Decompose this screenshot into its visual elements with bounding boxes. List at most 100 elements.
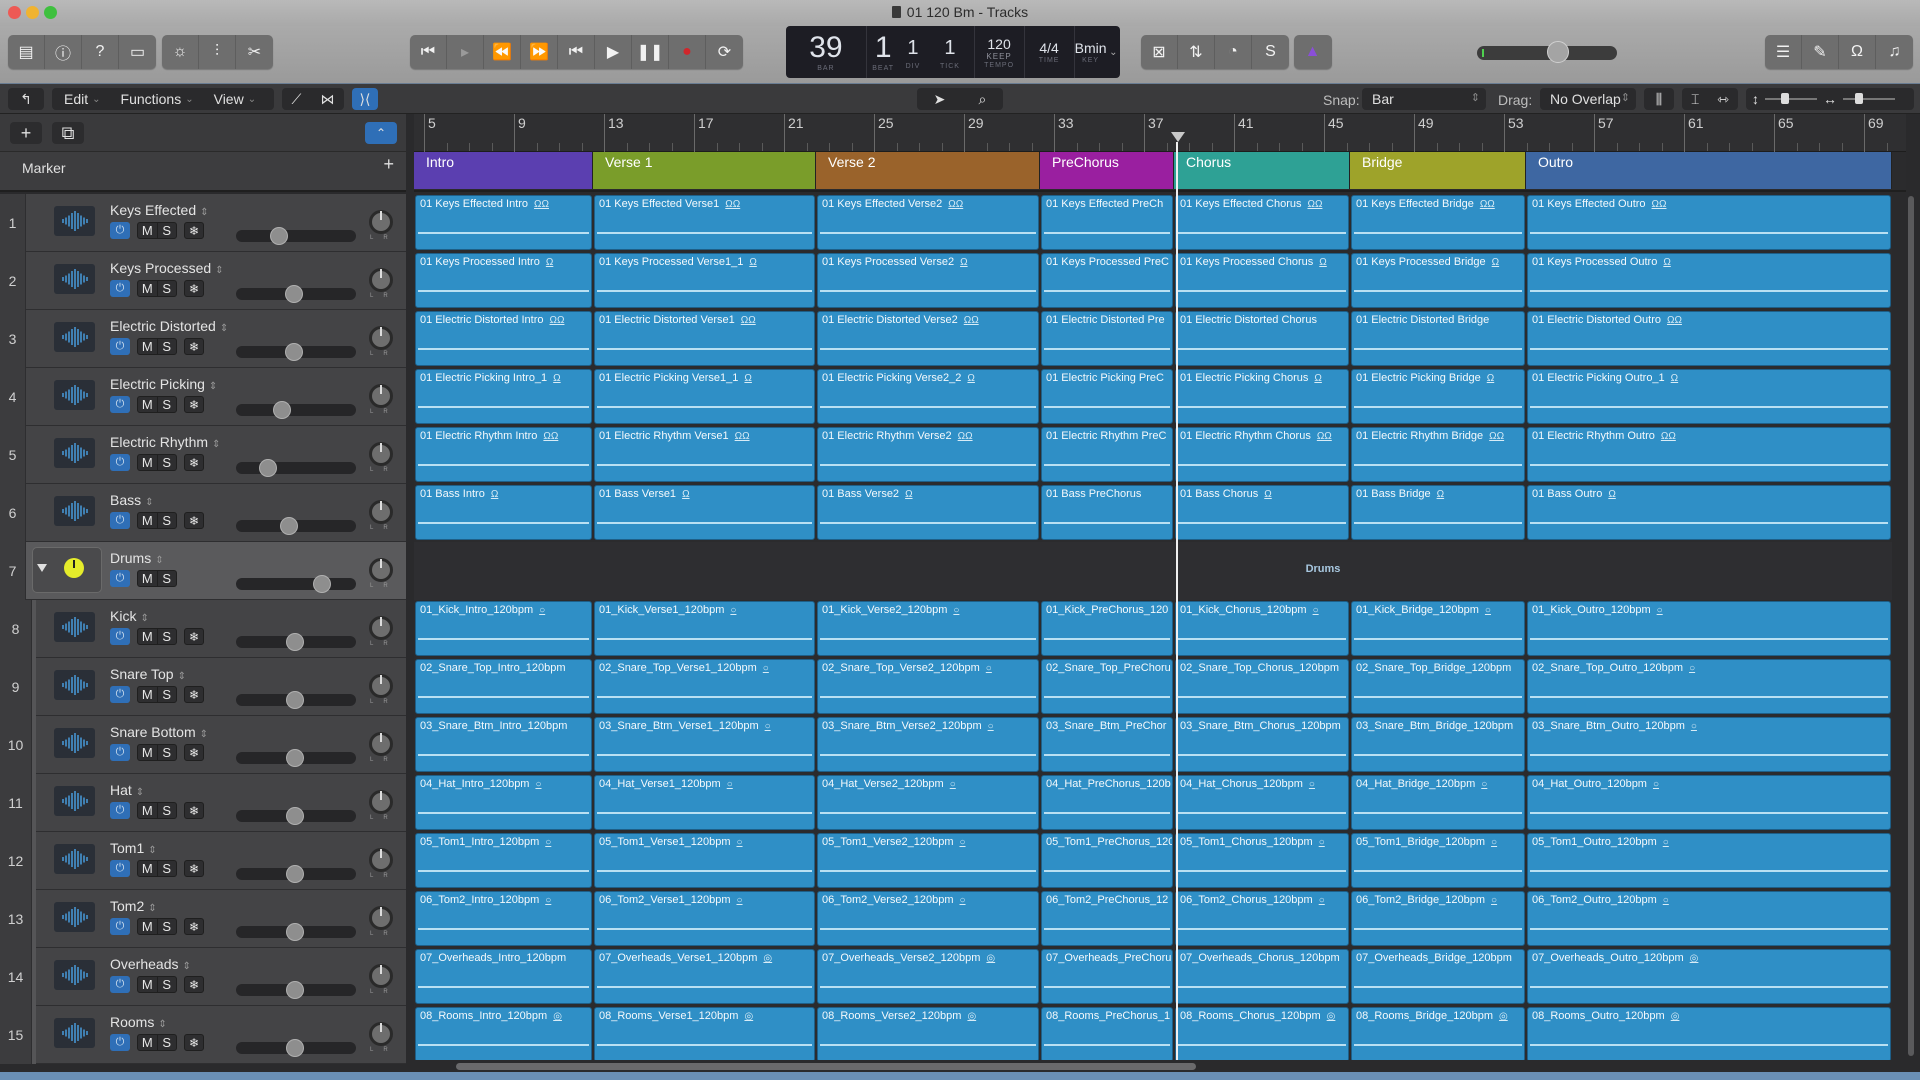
track-power-button[interactable]: ⏻ — [110, 918, 130, 935]
track-volume-knob[interactable] — [284, 343, 303, 361]
mute-button[interactable]: M — [138, 513, 158, 528]
playhead-handle[interactable] — [1171, 132, 1185, 142]
audio-region[interactable]: 01 Electric Rhythm Intro ΩΩ — [415, 427, 592, 482]
audio-region[interactable]: 01 Electric Picking Bridge Ω — [1351, 369, 1525, 424]
pan-knob[interactable] — [369, 268, 393, 292]
duplicate-track-button[interactable]: ⧉ — [52, 122, 84, 144]
tuner-icon[interactable]: ◔ — [1215, 35, 1252, 69]
track-header-electric-distorted[interactable]: 3 Electric Distorted ⇕ ⏻ M S ❄ LR — [0, 310, 406, 368]
track-header-snare-bottom[interactable]: 10 Snare Bottom ⇕ ⏻ M S ❄ LR — [0, 716, 406, 774]
freeze-button[interactable]: ❄ — [184, 512, 204, 529]
audio-region[interactable]: 01_Kick_Outro_120bpm ○ — [1527, 601, 1891, 656]
audio-region[interactable]: 06_Tom2_Verse2_120bpm ○ — [817, 891, 1039, 946]
track-volume-knob[interactable] — [272, 401, 291, 419]
marker-intro[interactable]: Intro — [414, 152, 593, 189]
audio-region[interactable]: 01_Kick_Verse1_120bpm ○ — [594, 601, 815, 656]
audio-region[interactable]: 02_Snare_Top_Outro_120bpm ○ — [1527, 659, 1891, 714]
audio-region[interactable]: 01 Keys Processed Bridge Ω — [1351, 253, 1525, 308]
track-name[interactable]: Tom2 ⇕ — [110, 898, 157, 914]
mute-button[interactable]: M — [138, 1035, 158, 1050]
audio-region[interactable]: 07_Overheads_PreChoru — [1041, 949, 1173, 1004]
track-power-button[interactable]: ⏻ — [110, 860, 130, 877]
global-tracks-button[interactable]: ⌃ — [365, 122, 397, 144]
track-name[interactable]: Rooms ⇕ — [110, 1014, 167, 1030]
track-volume-knob[interactable] — [279, 517, 298, 535]
track-header-kick[interactable]: 8 Kick ⇕ ⏻ M S ❄ LR — [0, 600, 406, 658]
track-header-bass[interactable]: 6 Bass ⇕ ⏻ M S ❄ LR — [0, 484, 406, 542]
replace-icon[interactable]: ⊠ — [1141, 35, 1178, 69]
audio-region[interactable]: 08_Rooms_Bridge_120bpm ◎ — [1351, 1007, 1525, 1062]
audio-region[interactable]: 01 Electric Distorted Verse2 ΩΩ — [817, 311, 1039, 366]
mute-button[interactable]: M — [138, 803, 158, 818]
solo-button[interactable]: S — [158, 397, 177, 412]
snap-select[interactable]: Bar ⇕ — [1362, 88, 1486, 110]
horizontal-scroll-thumb[interactable] — [456, 1063, 1196, 1070]
track-header-tom1[interactable]: 12 Tom1 ⇕ ⏻ M S ❄ LR — [0, 832, 406, 890]
audio-region[interactable]: 01 Electric Picking Chorus Ω — [1175, 369, 1349, 424]
audio-region[interactable]: 06_Tom2_Bridge_120bpm ○ — [1351, 891, 1525, 946]
audio-region[interactable]: 03_Snare_Btm_Outro_120bpm ○ — [1527, 717, 1891, 772]
waveform-zoom-button[interactable]: ⫼ — [1644, 88, 1674, 110]
audio-region[interactable]: 01 Keys Effected Intro ΩΩ — [415, 195, 592, 250]
audio-region[interactable]: 02_Snare_Top_Bridge_120bpm — [1351, 659, 1525, 714]
audio-region[interactable]: 01_Kick_PreChorus_120 — [1041, 601, 1173, 656]
marker-chorus[interactable]: Chorus — [1174, 152, 1350, 189]
audio-region[interactable]: 03_Snare_Btm_PreChor — [1041, 717, 1173, 772]
audio-region[interactable]: 06_Tom2_Chorus_120bpm ○ — [1175, 891, 1349, 946]
track-name[interactable]: Drums ⇕ — [110, 550, 164, 566]
audio-region[interactable]: 05_Tom1_Outro_120bpm ○ — [1527, 833, 1891, 888]
track-volume-knob[interactable] — [285, 1039, 304, 1057]
audio-region[interactable]: 04_Hat_Outro_120bpm ○ — [1527, 775, 1891, 830]
track-volume-knob[interactable] — [285, 865, 304, 883]
audio-region[interactable]: 01 Electric Rhythm Chorus ΩΩ — [1175, 427, 1349, 482]
audio-region[interactable]: 01 Bass Verse2 Ω — [817, 485, 1039, 540]
mute-button[interactable]: M — [138, 745, 158, 760]
audio-region[interactable]: 07_Overheads_Bridge_120bpm — [1351, 949, 1525, 1004]
pan-knob[interactable] — [369, 848, 393, 872]
marker-prechorus[interactable]: PreChorus — [1040, 152, 1174, 189]
audio-region[interactable]: 06_Tom2_PreChorus_12 — [1041, 891, 1173, 946]
freeze-button[interactable]: ❄ — [184, 280, 204, 297]
track-volume-slider[interactable] — [236, 230, 356, 242]
solo-button[interactable]: S — [158, 281, 177, 296]
mute-button[interactable]: M — [138, 629, 158, 644]
track-header-hat[interactable]: 11 Hat ⇕ ⏻ M S ❄ LR — [0, 774, 406, 832]
pan-knob[interactable] — [369, 616, 393, 640]
pan-knob[interactable] — [369, 790, 393, 814]
disclosure-triangle-icon[interactable] — [37, 564, 47, 572]
track-volume-slider[interactable] — [236, 578, 356, 590]
freeze-button[interactable]: ❄ — [184, 744, 204, 761]
add-marker-button[interactable]: + — [383, 154, 394, 175]
audio-region[interactable]: 04_Hat_Bridge_120bpm ○ — [1351, 775, 1525, 830]
track-volume-knob[interactable] — [284, 285, 303, 303]
freeze-button[interactable]: ❄ — [184, 860, 204, 877]
audio-region[interactable]: 01 Keys Effected Chorus ΩΩ — [1175, 195, 1349, 250]
audio-region[interactable]: 07_Overheads_Intro_120bpm — [415, 949, 592, 1004]
mute-button[interactable]: M — [138, 455, 158, 470]
pointer-tool-icon[interactable]: ➤ — [934, 91, 946, 108]
freeze-button[interactable]: ❄ — [184, 222, 204, 239]
audio-region[interactable]: 01 Electric Distorted Chorus — [1175, 311, 1349, 366]
audio-region[interactable]: 01_Kick_Bridge_120bpm ○ — [1351, 601, 1525, 656]
vertical-scroll-thumb[interactable] — [1908, 196, 1914, 1056]
track-power-button[interactable]: ⏻ — [110, 628, 130, 645]
drums-folder-lane[interactable]: Drums — [414, 542, 1892, 600]
zoom-tool-icon[interactable]: ⌕ — [979, 91, 987, 108]
track-power-button[interactable]: ⏻ — [110, 570, 130, 587]
audio-region[interactable]: 01 Keys Effected Outro ΩΩ — [1527, 195, 1891, 250]
audio-region[interactable]: 01 Keys Processed Chorus Ω — [1175, 253, 1349, 308]
audio-region[interactable]: 01 Electric Distorted Verse1 ΩΩ — [594, 311, 815, 366]
track-power-button[interactable]: ⏻ — [110, 802, 130, 819]
audio-region[interactable]: 01 Keys Processed Verse1_1 Ω — [594, 253, 815, 308]
audio-region[interactable]: 01 Keys Processed PreC — [1041, 253, 1173, 308]
audio-region[interactable]: 01 Bass Verse1 Ω — [594, 485, 815, 540]
add-track-button[interactable]: + — [10, 122, 42, 144]
edit-menu[interactable]: Edit — [52, 91, 92, 107]
track-power-button[interactable]: ⏻ — [110, 338, 130, 355]
solo-button[interactable]: S — [158, 223, 177, 238]
audio-region[interactable]: 02_Snare_Top_Verse1_120bpm ○ — [594, 659, 815, 714]
pan-knob[interactable] — [369, 500, 393, 524]
lcd-display[interactable]: 39 BAR 1 BEAT 1 DIV 1 TICK 120 KEEP TEMP… — [786, 26, 1120, 78]
audio-region[interactable]: 06_Tom2_Verse1_120bpm ○ — [594, 891, 815, 946]
audio-region[interactable]: 01 Electric Picking Verse2_2 Ω — [817, 369, 1039, 424]
